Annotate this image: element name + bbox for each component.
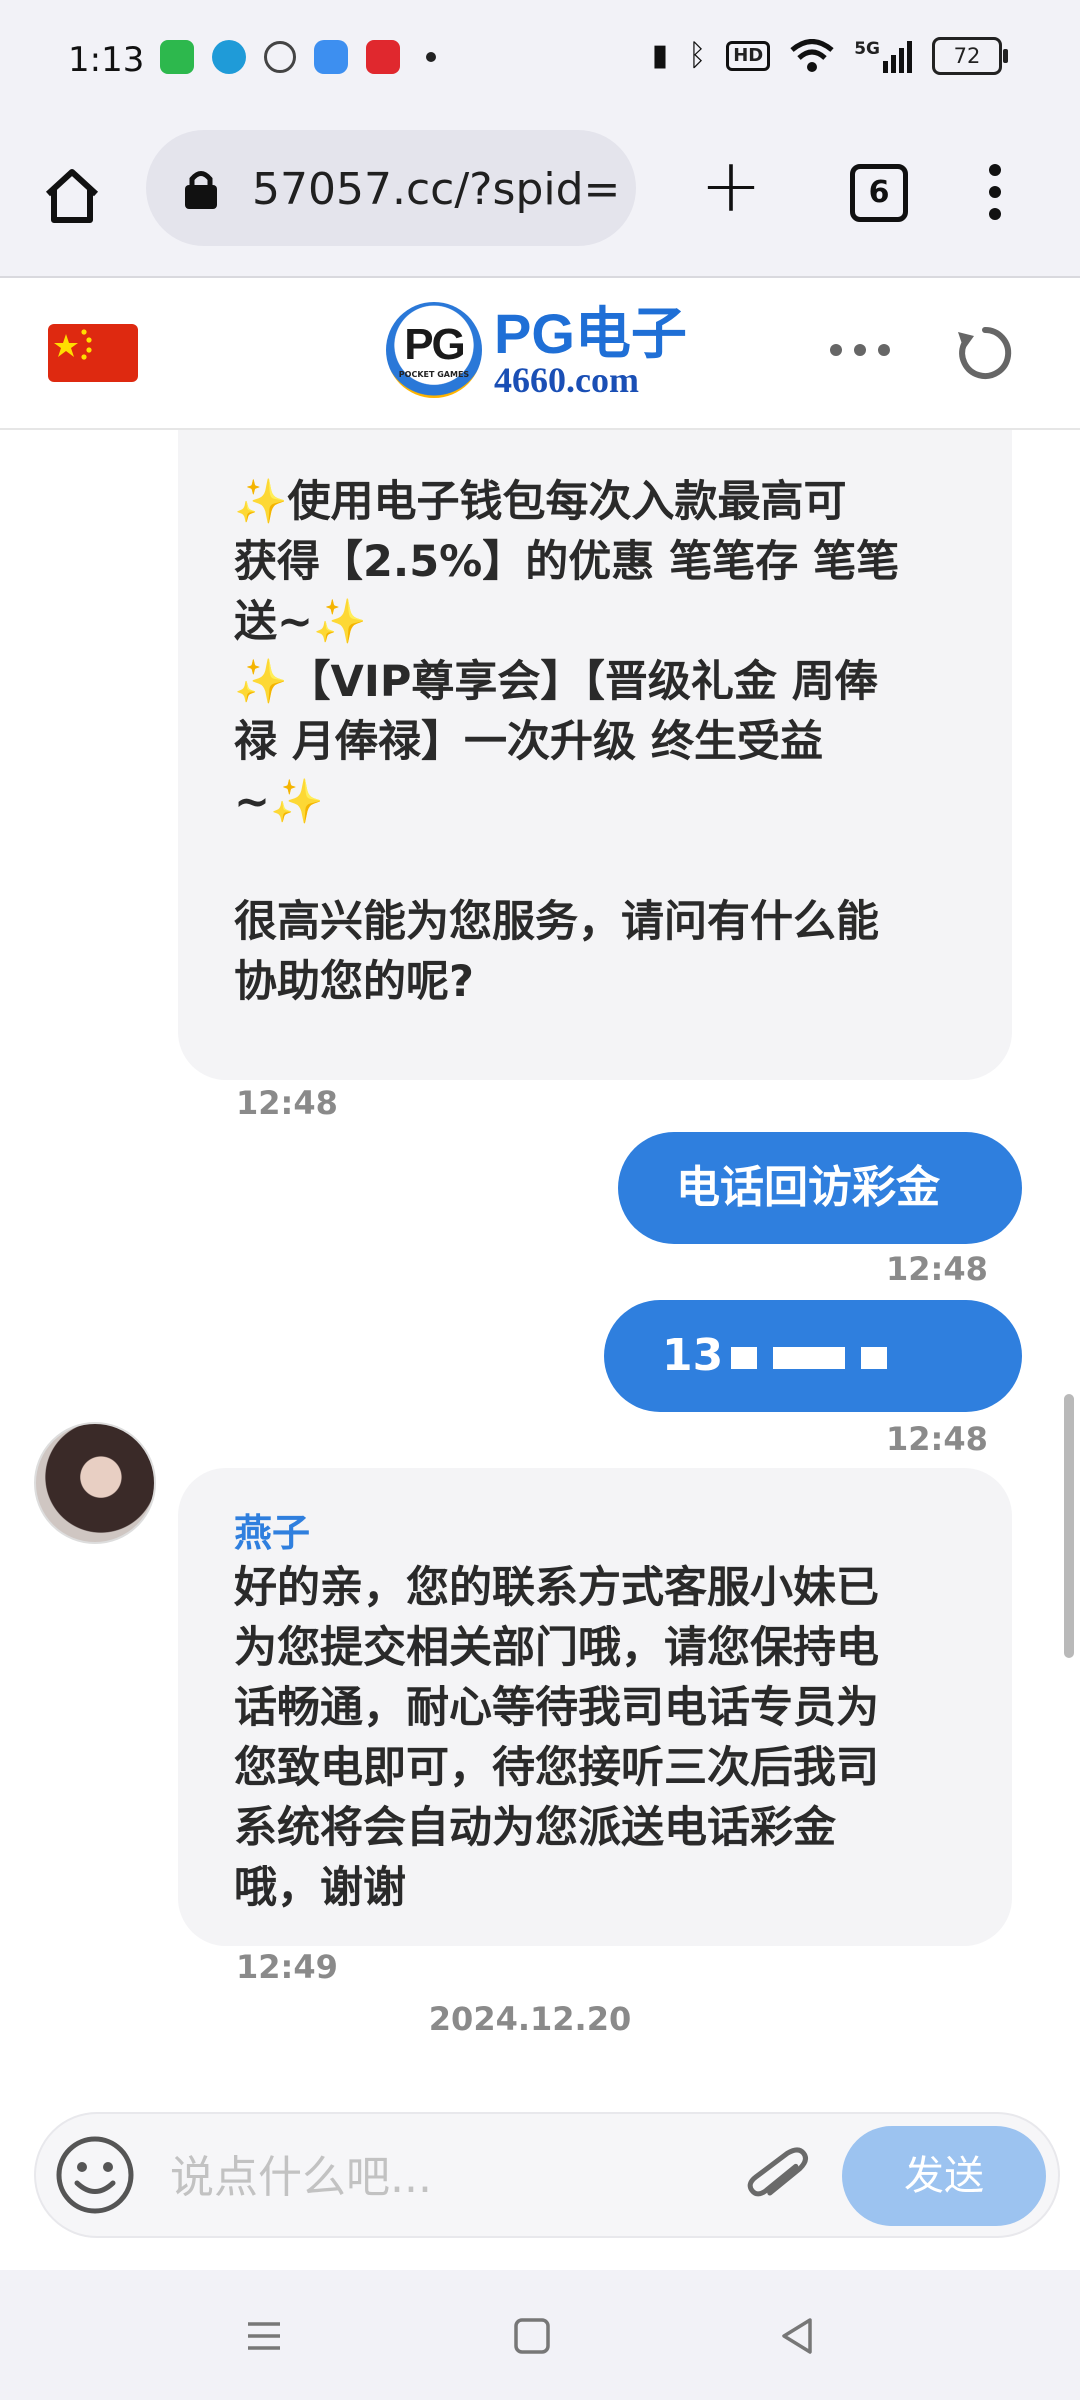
taobao-app-icon bbox=[366, 40, 400, 74]
url-text[interactable]: 57057.cc/?spid= bbox=[252, 164, 620, 215]
incoming-message: ✨使用电子钱包每次入款最高可 获得【2.5%】的优惠 笔笔存 笔笔 送~✨ ✨【… bbox=[178, 428, 1012, 1080]
battery-icon: 72 bbox=[932, 37, 1008, 75]
incoming-message: 燕子 好的亲，您的联系方式客服小妹已 为您提交相关部门哦，请您保持电 话畅通，耐… bbox=[178, 1468, 1012, 1946]
carrier-app-icon bbox=[212, 40, 246, 74]
paperclip-icon[interactable] bbox=[738, 2138, 818, 2218]
browser-menu-button[interactable] bbox=[988, 164, 1002, 224]
sender-name: 燕子 bbox=[234, 1511, 311, 1555]
status-time: 1:13 bbox=[68, 40, 145, 80]
message-paragraph: ✨使用电子钱包每次入款最高可 获得【2.5%】的优惠 笔笔存 笔笔 送~✨ bbox=[234, 477, 900, 647]
message-time: 12:49 bbox=[236, 1948, 338, 1986]
system-navigation-bar bbox=[0, 2270, 1080, 2400]
date-separator: 2024.12.20 bbox=[428, 2000, 632, 2038]
redaction-mask bbox=[773, 1347, 846, 1369]
message-text: 好的亲，您的联系方式客服小妹已 为您提交相关部门哦，请您保持电 话畅通，耐心等待… bbox=[234, 1563, 879, 1913]
chat-scrollbar[interactable] bbox=[1064, 1394, 1074, 1658]
message-time: 12:48 bbox=[236, 1084, 338, 1122]
emoji-icon[interactable] bbox=[52, 2132, 138, 2218]
back-icon[interactable] bbox=[774, 2312, 822, 2360]
logo-subtitle: POCKET GAMES bbox=[398, 370, 470, 379]
message-time: 12:48 bbox=[886, 1250, 988, 1288]
chat-messages[interactable]: ✨使用电子钱包每次入款最高可 获得【2.5%】的优惠 笔笔存 笔笔 送~✨ ✨【… bbox=[0, 428, 1080, 2108]
redaction-mask bbox=[731, 1347, 758, 1369]
browser-toolbar: 57057.cc/?spid= + 6 bbox=[0, 124, 1080, 278]
site-domain: 4660.com bbox=[494, 360, 639, 400]
browser-app-icon bbox=[314, 40, 348, 74]
vibrate-icon: ▮ bbox=[651, 38, 669, 73]
more-options-icon[interactable] bbox=[830, 344, 890, 356]
agent-avatar[interactable] bbox=[34, 1422, 156, 1544]
wifi-icon bbox=[790, 39, 834, 72]
message-input[interactable] bbox=[168, 2136, 732, 2218]
language-flag-icon[interactable] bbox=[48, 324, 138, 382]
message-time: 12:48 bbox=[886, 1420, 988, 1458]
outgoing-message: 电话回访彩金 bbox=[618, 1132, 1022, 1244]
status-system-icons: ▮ ᛒ HD 5G 72 bbox=[651, 36, 1008, 76]
phone-prefix: 13 bbox=[662, 1330, 724, 1381]
signal-icon: 5G bbox=[854, 39, 912, 73]
outgoing-message-phone: 13 bbox=[604, 1300, 1022, 1412]
network-type-label: 5G bbox=[854, 39, 880, 59]
site-header: PG POCKET GAMES PG电子 4660.com bbox=[0, 278, 1080, 430]
redaction-mask bbox=[861, 1347, 888, 1369]
tab-switcher-button[interactable]: 6 bbox=[850, 164, 908, 222]
site-brand: PG电子 bbox=[494, 302, 687, 365]
messages-app-icon bbox=[160, 40, 194, 74]
battery-level: 72 bbox=[953, 44, 981, 68]
message-composer: 发送 bbox=[34, 2112, 1060, 2238]
new-tab-button[interactable]: + bbox=[700, 146, 762, 226]
message-paragraph bbox=[234, 832, 956, 892]
hd-icon: HD bbox=[726, 41, 771, 71]
send-button[interactable]: 发送 bbox=[842, 2126, 1046, 2226]
hotspot-icon bbox=[264, 41, 296, 73]
lock-icon[interactable] bbox=[182, 168, 220, 210]
message-paragraph: 很高兴能为您服务，请问有什么能 协助您的呢? bbox=[234, 897, 879, 1007]
logo-pg-text: PG bbox=[404, 320, 466, 369]
address-bar[interactable]: 57057.cc/?spid= bbox=[146, 130, 636, 246]
more-notifications-dot-icon bbox=[426, 52, 436, 62]
refresh-icon[interactable] bbox=[954, 322, 1016, 384]
message-paragraph: ✨【VIP尊享会】【晋级礼金 周俸 禄 月俸禄】一次升级 终生受益 ~✨ bbox=[234, 657, 878, 827]
message-line-clipped bbox=[234, 428, 956, 472]
bluetooth-icon: ᛒ bbox=[688, 38, 707, 73]
home-nav-icon[interactable] bbox=[508, 2312, 556, 2360]
status-bar: 1:13 ▮ ᛒ HD 5G 72 bbox=[0, 0, 1080, 124]
status-notification-icons bbox=[160, 40, 436, 74]
menu-icon[interactable] bbox=[240, 2312, 288, 2360]
home-icon[interactable] bbox=[40, 164, 104, 228]
pg-logo-icon: PG POCKET GAMES bbox=[386, 302, 482, 398]
